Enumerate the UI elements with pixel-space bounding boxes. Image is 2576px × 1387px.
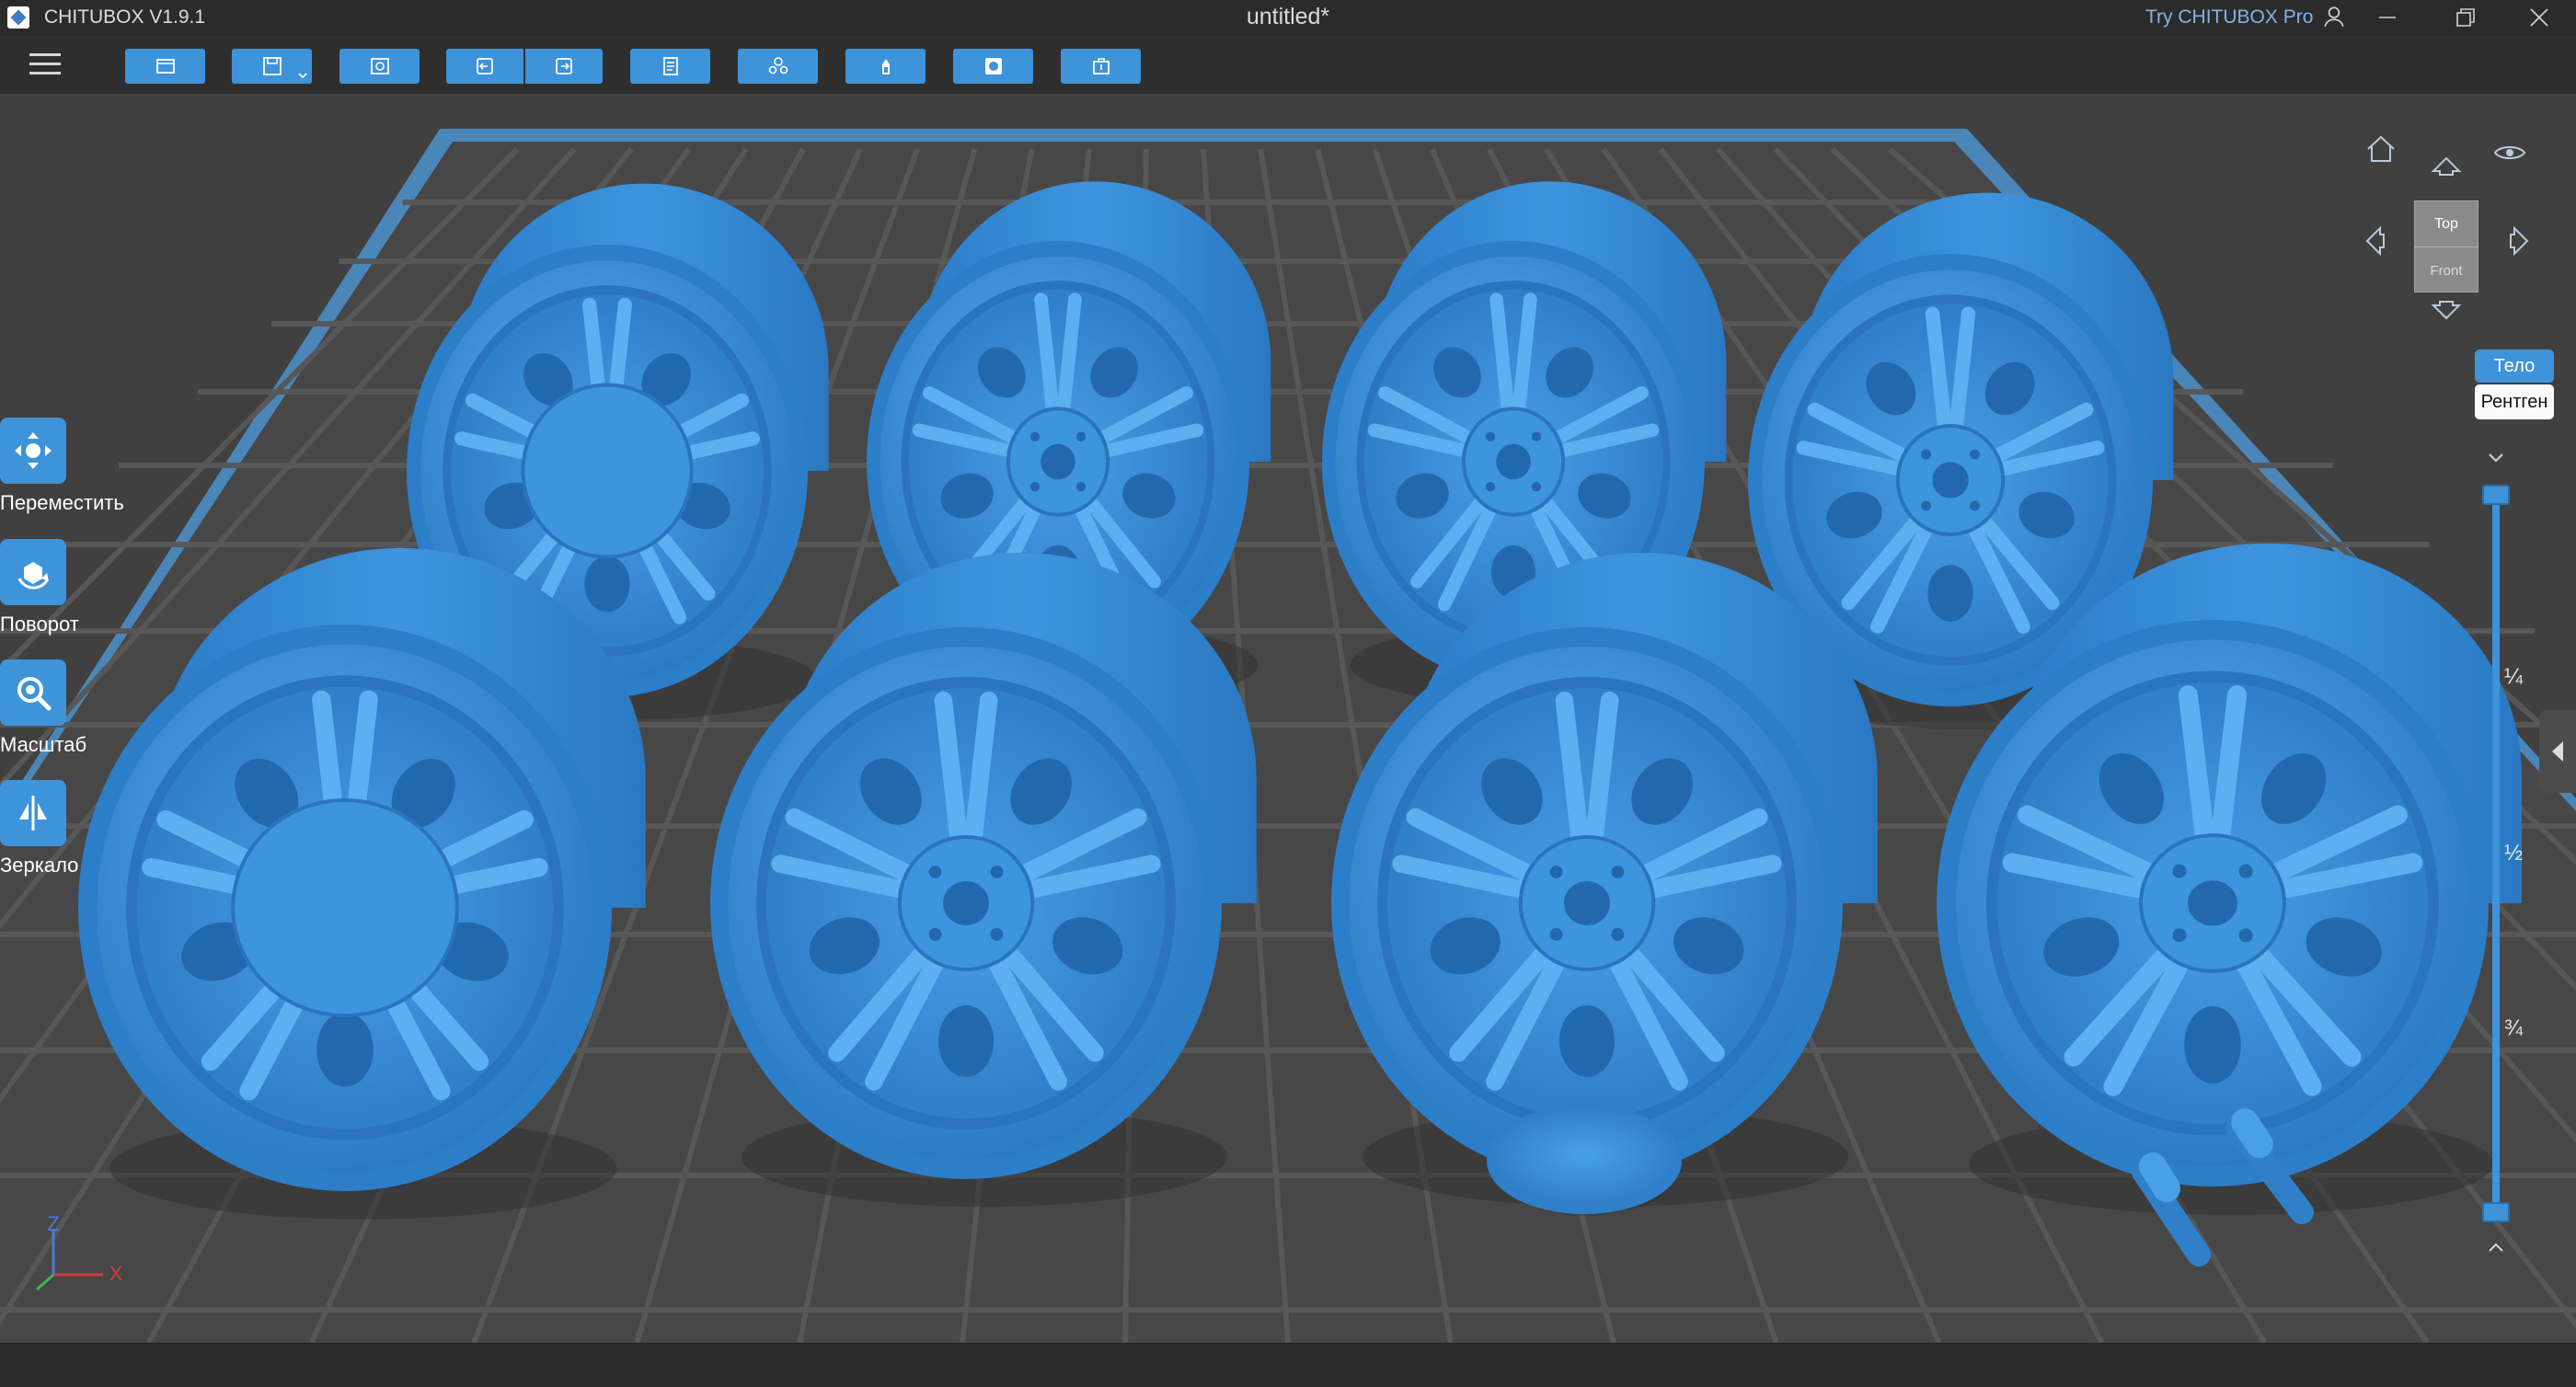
view-up-arrow-icon[interactable] (2428, 149, 2465, 186)
redo-icon (556, 58, 572, 75)
undo-button[interactable] (446, 49, 523, 84)
save-icon (262, 57, 282, 75)
hollow-icon (881, 59, 890, 75)
save-button[interactable] (232, 49, 312, 84)
z-axis-label: Z (47, 1212, 59, 1235)
move-tool[interactable]: Переместить (0, 418, 129, 519)
scale-tool-label: Масштаб (0, 733, 87, 756)
slice-button[interactable] (953, 49, 1033, 84)
move-icon (15, 432, 52, 469)
close-icon (2530, 8, 2548, 27)
screenshot-button[interactable] (339, 49, 420, 84)
redo-button[interactable] (525, 49, 603, 84)
view-left-arrow-icon[interactable] (2358, 223, 2395, 259)
supports-icon (768, 57, 788, 75)
scale-icon (17, 677, 52, 711)
hamburger-menu-button[interactable] (29, 52, 61, 77)
mirror-icon (19, 796, 47, 831)
chevron-up-icon[interactable] (2483, 1234, 2509, 1260)
mirror-tool-label: Зеркало (0, 854, 79, 877)
restore-button[interactable] (2433, 0, 2498, 35)
slice-icon (984, 58, 1002, 75)
layout-button[interactable] (1061, 49, 1141, 84)
xray-mode-button[interactable]: Рентген (2475, 384, 2554, 419)
build-plate-scene[interactable]: Z X (0, 94, 2576, 1343)
close-button[interactable] (2507, 0, 2571, 35)
open-file-icon (155, 59, 175, 74)
app-logo-icon (7, 6, 29, 29)
3d-viewport[interactable]: Z X Переместить Поворот Масштаб Зеркало … (0, 94, 2576, 1343)
slider-mark-three-quarters: ¾ (2504, 1015, 2524, 1040)
slider-mark-half: ½ (2504, 841, 2524, 865)
home-view-icon[interactable] (2363, 131, 2399, 167)
view-cube[interactable]: Top Front (2414, 201, 2478, 292)
supports-button[interactable] (738, 49, 818, 84)
try-pro-link[interactable]: Try CHITUBOX Pro (2145, 6, 2313, 29)
title-bar: CHITUBOX V1.9.1 untitled* Try CHITUBOX P… (0, 0, 2576, 35)
x-axis-label: X (109, 1262, 123, 1285)
chevron-down-icon[interactable] (2483, 445, 2509, 471)
user-account-icon[interactable] (2322, 5, 2346, 29)
view-cube-front-face[interactable]: Front (2415, 247, 2478, 293)
minimize-icon (2379, 17, 2396, 18)
layout-icon (1092, 58, 1110, 75)
view-down-arrow-icon[interactable] (2428, 291, 2465, 327)
rotate-tool-label: Поворот (0, 613, 79, 636)
move-tool-label: Переместить (0, 491, 124, 514)
rotate-button[interactable] (0, 539, 66, 605)
settings-sheet-icon (662, 57, 678, 75)
rotate-icon (17, 562, 49, 590)
visibility-eye-icon[interactable] (2491, 134, 2528, 171)
app-title: CHITUBOX V1.9.1 (44, 6, 206, 28)
scale-tool[interactable]: Масштаб (0, 659, 129, 761)
slider-mark-quarter: ¼ (2504, 664, 2524, 689)
open-file-button[interactable] (125, 49, 205, 84)
mirror-tool[interactable]: Зеркало (0, 780, 129, 881)
layer-slider-track[interactable] (2492, 493, 2500, 1220)
undo-icon (477, 58, 493, 75)
screenshot-icon (370, 58, 389, 75)
body-mode-button[interactable]: Тело (2475, 350, 2554, 383)
layer-slider-bottom-handle[interactable] (2482, 1202, 2510, 1222)
print-settings-button[interactable] (630, 49, 710, 84)
side-panel-toggle[interactable] (2539, 710, 2576, 793)
hollow-button[interactable] (845, 49, 926, 84)
main-toolbar (0, 35, 2576, 94)
mirror-button[interactable] (0, 780, 66, 846)
minimize-button[interactable] (2355, 0, 2420, 35)
restore-icon (2456, 8, 2475, 27)
chevron-down-icon (298, 73, 307, 79)
chevron-left-icon (2552, 741, 2563, 762)
view-cube-top-face[interactable]: Top (2415, 201, 2478, 247)
layer-slider-top-handle[interactable] (2482, 485, 2510, 505)
status-bar (0, 1343, 2576, 1387)
move-button[interactable] (0, 418, 66, 484)
rotate-tool[interactable]: Поворот (0, 539, 129, 640)
view-right-arrow-icon[interactable] (2500, 223, 2536, 259)
scale-button[interactable] (0, 659, 66, 726)
